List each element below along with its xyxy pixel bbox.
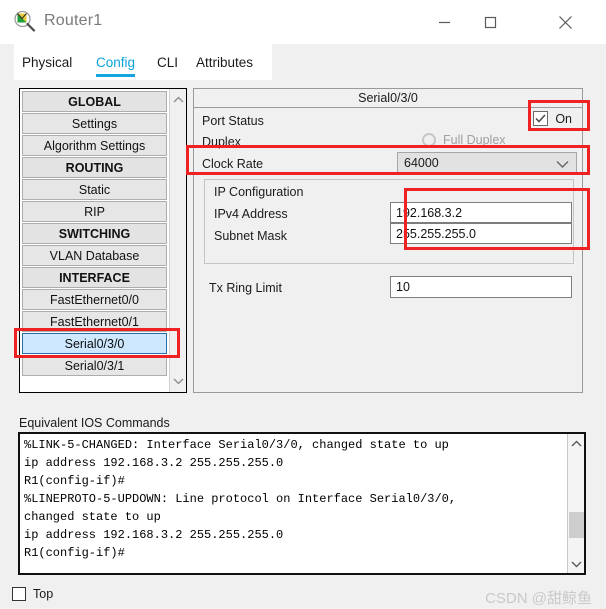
chevron-up-icon[interactable]	[568, 435, 585, 451]
sidebar-label: FastEthernet0/1	[50, 314, 139, 329]
chevron-up-icon[interactable]	[170, 91, 187, 108]
tab-attributes[interactable]: Attributes	[196, 44, 253, 80]
ipv4-address-label: IPv4 Address	[214, 207, 288, 221]
title-bar: Router1	[0, 0, 606, 44]
maximize-button[interactable]	[467, 0, 513, 44]
sidebar-label: Static	[78, 182, 111, 197]
duplex-label: Duplex	[202, 135, 241, 149]
tab-attributes-label: Attributes	[196, 54, 254, 70]
scrollbar-thumb[interactable]	[569, 512, 584, 538]
tab-cli[interactable]: CLI	[157, 44, 178, 80]
ipv4-address-value: 192.168.3.2	[396, 205, 463, 220]
sidebar-label: RIP	[84, 204, 105, 219]
clock-rate-select[interactable]: 64000	[397, 152, 577, 174]
top-checkbox[interactable]	[12, 587, 26, 601]
ip-configuration-label: IP Configuration	[214, 185, 304, 199]
tab-physical[interactable]: Physical	[22, 44, 72, 80]
config-sidebar: GLOBAL Settings Algorithm Settings ROUTI…	[19, 88, 187, 393]
equivalent-ios-commands-label: Equivalent IOS Commands	[19, 416, 170, 430]
bottom-bar: Top CSDN @甜鲸鱼	[0, 583, 606, 609]
sidebar-label: ROUTING	[65, 160, 124, 175]
router-config-window: Router1 Physical Config CLI Attributes G…	[0, 0, 606, 609]
sidebar-header-global: GLOBAL	[22, 91, 167, 112]
equivalent-ios-commands-box: %LINK-5-CHANGED: Interface Serial0/3/0, …	[18, 432, 586, 575]
sidebar-item-serial0-3-1[interactable]: Serial0/3/1	[22, 355, 167, 376]
clock-rate-value: 64000	[404, 156, 439, 170]
config-body: GLOBAL Settings Algorithm Settings ROUTI…	[0, 80, 606, 609]
sidebar-item-serial0-3-0[interactable]: Serial0/3/0	[22, 333, 167, 354]
tab-physical-label: Physical	[22, 54, 73, 70]
sidebar-label: Algorithm Settings	[43, 138, 146, 153]
tx-ring-limit-value: 10	[396, 280, 410, 294]
sidebar-item-static[interactable]: Static	[22, 179, 167, 200]
subnet-mask-value: 255.255.255.0	[396, 226, 476, 241]
sidebar-header-routing: ROUTING	[22, 157, 167, 178]
chevron-down-icon[interactable]	[568, 556, 585, 572]
sidebar-scrollbar[interactable]	[169, 89, 186, 392]
sidebar-label: FastEthernet0/0	[50, 292, 139, 307]
sidebar-label: Settings	[71, 116, 118, 131]
port-status-value: On	[555, 111, 572, 126]
clock-rate-label: Clock Rate	[202, 157, 264, 171]
top-checkbox-group[interactable]: Top	[12, 587, 53, 601]
sidebar-item-fastethernet0-1[interactable]: FastEthernet0/1	[22, 311, 167, 332]
sidebar-item-rip[interactable]: RIP	[22, 201, 167, 222]
sidebar-label: Serial0/3/1	[64, 358, 125, 373]
interface-config-panel: Serial0/3/0 Port Status Duplex Clock Rat…	[193, 88, 583, 393]
watermark: CSDN @甜鲸鱼	[485, 590, 592, 607]
port-status-label: Port Status	[202, 114, 264, 128]
ios-commands-scrollbar[interactable]	[567, 434, 584, 573]
sidebar-item-list: GLOBAL Settings Algorithm Settings ROUTI…	[20, 89, 169, 392]
tx-ring-limit-label: Tx Ring Limit	[209, 281, 282, 295]
ipv4-address-input[interactable]: 192.168.3.2	[390, 202, 572, 223]
sidebar-item-vlan-database[interactable]: VLAN Database	[22, 245, 167, 266]
sidebar-label: SWITCHING	[58, 226, 131, 241]
chevron-down-icon[interactable]	[556, 158, 569, 172]
sidebar-item-fastethernet0-0[interactable]: FastEthernet0/0	[22, 289, 167, 310]
duplex-option-label: Full Duplex	[443, 133, 506, 147]
tab-config-label: Config	[96, 54, 136, 70]
sidebar-item-algorithm-settings[interactable]: Algorithm Settings	[22, 135, 167, 156]
sidebar-label: VLAN Database	[49, 248, 140, 263]
panel-title: Serial0/3/0	[194, 89, 582, 108]
subnet-mask-label: Subnet Mask	[214, 229, 287, 243]
ios-commands-text: %LINK-5-CHANGED: Interface Serial0/3/0, …	[24, 438, 457, 560]
duplex-full-option: Full Duplex	[422, 133, 506, 147]
sidebar-header-switching: SWITCHING	[22, 223, 167, 244]
chevron-down-icon[interactable]	[170, 373, 187, 390]
tab-cli-label: CLI	[157, 54, 179, 70]
radio-icon	[422, 133, 436, 147]
close-button[interactable]	[542, 0, 588, 44]
subnet-mask-input[interactable]: 255.255.255.0	[390, 223, 572, 244]
tab-bar: Physical Config CLI Attributes	[0, 44, 606, 80]
tab-config[interactable]: Config	[96, 44, 136, 80]
packet-tracer-router-icon	[14, 10, 36, 32]
window-title: Router1	[44, 12, 103, 29]
sidebar-label: Serial0/3/0	[64, 336, 125, 351]
sidebar-label: GLOBAL	[68, 94, 121, 109]
port-status-checkbox[interactable]	[533, 111, 549, 126]
minimize-button[interactable]	[421, 0, 467, 44]
port-status-toggle[interactable]: On	[533, 111, 572, 126]
tab-active-underline	[96, 74, 136, 77]
sidebar-header-interface: INTERFACE	[22, 267, 167, 288]
tx-ring-limit-input[interactable]: 10	[390, 276, 572, 298]
sidebar-label: INTERFACE	[59, 270, 130, 285]
top-checkbox-label: Top	[33, 587, 54, 601]
sidebar-item-settings[interactable]: Settings	[22, 113, 167, 134]
